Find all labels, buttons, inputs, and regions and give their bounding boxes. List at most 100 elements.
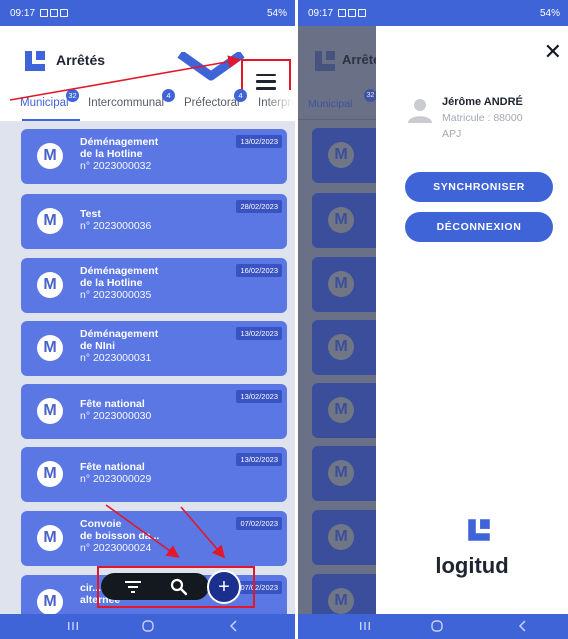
card-title: Test — [80, 208, 101, 220]
card-title: Déménagement — [80, 328, 159, 340]
avatar: M — [328, 460, 354, 486]
card-title: Déménagement — [80, 265, 159, 277]
user-matricule: Matricule : 88000 — [442, 112, 523, 124]
battery-level: 54% — [539, 7, 560, 19]
avatar: M — [37, 461, 63, 487]
avatar: M — [328, 334, 354, 360]
search-icon[interactable] — [169, 577, 189, 597]
android-nav-bar — [298, 614, 568, 639]
dimmed-background[interactable]: Arrêtés Municipal 32 M M M M M M M M — [298, 26, 376, 614]
tab-municipal: Municipal — [308, 98, 353, 110]
card-date: 13/02/2023 — [236, 453, 282, 466]
back-icon[interactable] — [516, 619, 530, 633]
recents-icon[interactable] — [358, 619, 372, 633]
arrete-card[interactable]: M Fête national n° 2023000030 13/02/2023 — [21, 384, 287, 439]
recents-icon[interactable] — [66, 619, 80, 633]
arrete-card: M — [312, 128, 376, 183]
arrete-card: M — [312, 574, 376, 614]
avatar: M — [37, 398, 63, 424]
arrete-card: M — [312, 510, 376, 565]
logitud-logo-icon — [468, 519, 490, 541]
arrete-card[interactable]: M Test n° 2023000036 28/02/2023 — [21, 194, 287, 249]
logout-button[interactable]: DÉCONNEXION — [405, 212, 553, 242]
card-date: 07/02/2023 — [236, 517, 282, 530]
avatar: M — [328, 524, 354, 550]
add-arrete-button[interactable]: + — [207, 570, 241, 604]
status-time: 09:17 — [10, 7, 36, 19]
card-number: n° 2023000036 — [80, 220, 152, 232]
back-icon[interactable] — [227, 619, 241, 633]
arrete-card: M — [312, 446, 376, 501]
home-icon[interactable] — [141, 619, 155, 633]
status-bar: 09:17 54% — [298, 0, 568, 26]
card-title: Fête national — [80, 461, 145, 473]
arrete-card: M — [312, 257, 376, 312]
avatar: M — [37, 272, 63, 298]
arrete-card[interactable]: M Déménagement de la Hotline n° 20230000… — [21, 129, 287, 184]
avatar: M — [328, 271, 354, 297]
card-title: de la Hotline — [80, 277, 143, 289]
tab-label: Intercommunal — [88, 97, 165, 109]
avatar: M — [328, 588, 354, 614]
arrete-card[interactable]: M Convoie de boisson da... n° 2023000024… — [21, 511, 287, 566]
tab-municipal[interactable]: Municipal 32 — [20, 89, 79, 109]
android-nav-bar — [0, 614, 295, 639]
notification-icons — [40, 9, 69, 17]
tab-bar: Municipal 32 — [298, 89, 376, 120]
logitud-logo-icon — [315, 51, 335, 71]
card-number: n° 2023000032 — [80, 160, 152, 172]
arrete-card[interactable]: M Déménagement de la Hotline n° 20230000… — [21, 258, 287, 313]
user-role: APJ — [442, 128, 462, 140]
card-number: n° 2023000029 — [80, 473, 152, 485]
card-number: n° 2023000030 — [80, 410, 152, 422]
arrete-card: M — [312, 383, 376, 438]
status-bar: 09:17 54% — [0, 0, 295, 26]
notification-icon — [358, 9, 367, 17]
filter-icon[interactable] — [123, 577, 143, 597]
card-date: 13/02/2023 — [236, 135, 282, 148]
user-name: Jérôme ANDRÉ — [442, 96, 523, 108]
card-title: Convoie — [80, 518, 122, 530]
tab-count-badge: 32 — [66, 89, 79, 102]
card-number: n° 2023000024 — [80, 542, 152, 554]
arrete-card: M — [312, 320, 376, 375]
card-date: 28/02/2023 — [236, 200, 282, 213]
card-title: de NIni — [80, 340, 116, 352]
notification-icon — [40, 9, 49, 17]
tab-bar: Municipal 32 Intercommunal 4 Préfectoral… — [0, 89, 295, 122]
card-title: de la Hotline — [80, 148, 143, 160]
avatar: M — [37, 143, 63, 169]
card-title: Déménagement — [80, 136, 159, 148]
arrete-card[interactable]: M Fête national n° 2023000029 13/02/2023 — [21, 447, 287, 502]
card-date: 13/02/2023 — [236, 327, 282, 340]
tab-intercommunal[interactable]: Intercommunal 4 — [88, 89, 175, 109]
status-time: 09:17 — [308, 7, 334, 19]
user-avatar-icon — [408, 99, 432, 123]
arrete-list[interactable]: M Déménagement de la Hotline n° 20230000… — [0, 122, 295, 614]
card-date: 16/02/2023 — [236, 264, 282, 277]
brand-name: logitud — [435, 553, 509, 578]
pull-down-chevron-icon[interactable] — [176, 52, 246, 82]
home-icon[interactable] — [430, 619, 444, 633]
close-button[interactable]: ✕ — [544, 40, 562, 65]
side-drawer: ✕ Jérôme ANDRÉ Matricule : 88000 APJ SYN… — [376, 26, 568, 614]
tab-count-badge: 4 — [234, 89, 247, 102]
tab-prefectoral[interactable]: Préfectoral 4 — [184, 89, 247, 109]
page-title: Arrêtés — [56, 52, 106, 68]
avatar: M — [328, 207, 354, 233]
card-date: 13/02/2023 — [236, 390, 282, 403]
tab-count-badge: 4 — [162, 89, 175, 102]
notification-icon — [338, 9, 347, 17]
notification-icon — [50, 9, 59, 17]
avatar: M — [37, 335, 63, 361]
card-number: n° 2023000031 — [80, 352, 152, 364]
arrete-card[interactable]: M Déménagement de NIni n° 2023000031 13/… — [21, 321, 287, 376]
tab-label: Municipal — [20, 97, 69, 109]
action-bar-highlight: + — [97, 566, 255, 608]
synchronise-button[interactable]: SYNCHRONISER — [405, 172, 553, 202]
tabs-fade — [265, 90, 295, 120]
notification-icon — [60, 9, 69, 17]
tab-label: Préfectoral — [184, 97, 240, 109]
app-header: Arrêtés — [0, 26, 295, 104]
action-pill — [101, 573, 209, 600]
